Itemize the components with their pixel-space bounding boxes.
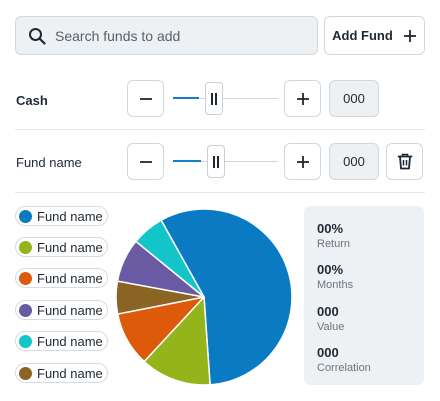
legend-label: Fund name [37,270,103,286]
fund-increase-button[interactable] [284,143,321,180]
stat-label: Value [317,321,345,333]
add-fund-button[interactable]: Add Fund [324,16,425,55]
minus-icon [139,160,152,163]
fund-allocation-slider[interactable] [173,143,278,180]
slider-fill [173,97,199,99]
cash-decrease-button[interactable] [127,80,164,117]
stat-label: Correlation [317,362,371,374]
legend-label: Fund name [37,302,103,318]
stat-value: 000 [317,345,339,360]
legend-label: Fund name [37,239,103,255]
minus-icon [139,97,152,100]
legend-color-dot [19,303,32,317]
legend-color-dot [19,366,32,380]
cash-label: Cash [16,93,48,108]
plus-icon [296,92,309,105]
slider-handle[interactable] [205,82,223,115]
slider-fill [173,160,201,162]
stat-value: 00% [317,262,344,277]
legend-color-dot [19,209,32,223]
trash-icon [397,153,412,170]
cash-value-input[interactable]: 000 [329,80,379,117]
legend-item[interactable]: Fund name [15,268,108,288]
legend-label: Fund name [37,333,103,349]
search-input[interactable]: Search funds to add [15,16,318,55]
stat-label: Return [317,238,351,250]
fund-label: Fund name [16,155,82,170]
divider [15,129,425,130]
plus-icon [296,155,309,168]
legend-item[interactable]: Fund name [15,237,108,257]
legend-label: Fund name [37,365,103,381]
fund-decrease-button[interactable] [127,143,164,180]
delete-fund-button[interactable] [386,143,423,180]
legend-color-dot [19,240,32,254]
add-fund-label: Add Fund [332,28,393,43]
slider-handle[interactable] [207,145,225,178]
legend-item[interactable]: Fund name [15,363,108,383]
stat-correlation: 000 Correlation [317,345,371,374]
fund-value-input[interactable]: 000 [329,143,379,180]
stat-months: 00% Months [317,262,353,291]
search-icon [27,26,47,46]
legend-item[interactable]: Fund name [15,300,108,320]
stat-value: 000 [317,304,339,319]
cash-increase-button[interactable] [284,80,321,117]
stat-value: 00% [317,221,344,236]
plus-icon [403,29,417,43]
legend-color-dot [19,334,32,348]
stat-return: 00% Return [317,221,350,250]
legend-item[interactable]: Fund name [15,331,108,351]
divider [15,192,425,193]
legend-item[interactable]: Fund name [15,206,108,226]
legend-color-dot [19,271,32,285]
stat-label: Months [317,279,354,291]
stat-value-amount: 000 Value [317,304,344,333]
cash-allocation-slider[interactable] [173,80,278,117]
allocation-pie-chart [115,208,293,386]
search-placeholder: Search funds to add [55,27,181,44]
stats-panel: 00% Return 00% Months 000 Value 000 Corr… [304,206,424,385]
legend-label: Fund name [37,208,103,224]
